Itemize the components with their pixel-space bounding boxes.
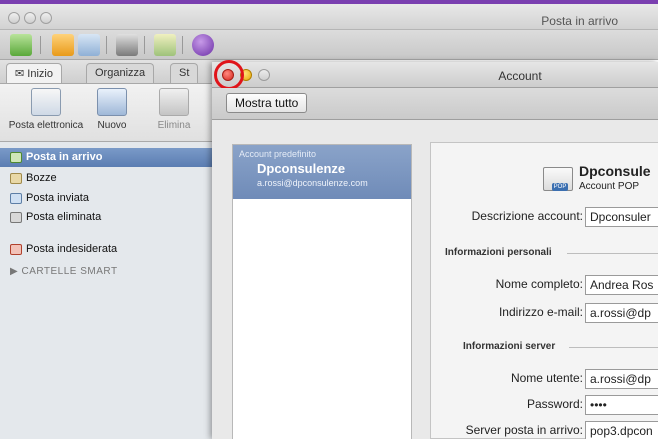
disclosure-triangle-icon: ▶	[10, 266, 22, 277]
pop-account-icon: POP	[543, 167, 573, 191]
smart-folders-label: CARTELLE SMART	[21, 266, 118, 277]
tab-inizio-label: Inizio	[27, 68, 53, 80]
account-list: Account predefinito Dpconsulenze a.rossi…	[232, 144, 412, 439]
main-zoom-button[interactable]	[40, 12, 52, 24]
tab-organizza[interactable]: Organizza	[86, 63, 155, 83]
pop-badge: POP	[552, 183, 568, 191]
tab-partial[interactable]: St	[170, 63, 199, 83]
main-window-title: Posta in arrivo	[541, 14, 618, 28]
deleted-icon	[10, 212, 22, 223]
email-field[interactable]: a.rossi@dp	[585, 303, 658, 323]
folder-junk[interactable]: Posta indesiderata	[0, 240, 212, 259]
main-window-titlebar: Posta in arrivo	[0, 4, 658, 30]
show-all-button[interactable]: Mostra tutto	[226, 93, 308, 113]
main-toolbar	[0, 30, 658, 60]
help-icon[interactable]	[192, 34, 214, 56]
delete-label: Elimina	[157, 120, 191, 131]
new-email-icon	[31, 88, 61, 116]
fullname-field[interactable]: Andrea Ros	[585, 275, 658, 295]
account-window: Account Mostra tutto Account predefinito…	[212, 60, 658, 439]
fullname-row: Nome completo: Andrea Ros	[431, 275, 658, 295]
delete-button[interactable]: Elimina	[150, 88, 198, 131]
new-item-label: Nuovo	[97, 120, 127, 131]
new-item-icon	[97, 88, 127, 116]
folder-deleted-label: Posta eliminata	[26, 211, 102, 223]
folder-deleted[interactable]: Posta eliminata	[0, 208, 212, 227]
ribbon-tabs: ✉ Inizio Organizza St	[0, 60, 230, 84]
account-window-titlebar: Account	[212, 60, 658, 90]
send-receive-icon[interactable]	[10, 34, 32, 56]
folder-drafts[interactable]: Bozze	[0, 169, 212, 188]
incoming-server-label: Server posta in arrivo:	[465, 423, 583, 437]
account-window-title: Account	[498, 69, 542, 83]
folder-sidebar: Posta in arrivo Bozze Posta inviata Post…	[0, 142, 212, 439]
password-row: Password: ••••	[431, 395, 658, 415]
ribbon: Posta elettronica Nuovo Elimina	[0, 84, 230, 142]
smart-folders-header[interactable]: ▶ CARTELLE SMART	[10, 266, 118, 277]
junk-icon	[10, 244, 22, 255]
incoming-server-field[interactable]: pop3.dpcon	[585, 421, 658, 439]
folder-sent-label: Posta inviata	[26, 192, 89, 204]
tab-organizza-label: Organizza	[95, 67, 146, 79]
folder-drafts-label: Bozze	[26, 172, 57, 184]
username-row: Nome utente: a.rossi@dp	[431, 369, 658, 389]
folder-sent[interactable]: Posta inviata	[0, 189, 212, 208]
redo-icon[interactable]	[78, 34, 100, 56]
mail-small-icon: ✉	[15, 68, 28, 80]
inbox-icon	[10, 152, 22, 163]
section-server-info: Informazioni server	[463, 341, 556, 352]
notes-icon[interactable]	[154, 34, 176, 56]
tab-partial-label: St	[179, 67, 190, 79]
folder-junk-label: Posta indesiderata	[26, 243, 118, 255]
section-personal-info: Informazioni personali	[445, 247, 552, 258]
account-type-label: Account POP	[579, 181, 640, 192]
print-icon[interactable]	[116, 34, 138, 56]
description-row: Descrizione account: Dpconsuler	[431, 207, 658, 227]
toolbar-separator	[40, 36, 41, 54]
account-detail-panel: POP Dpconsule Account POP Descrizione ac…	[430, 142, 658, 439]
sent-icon	[10, 193, 22, 204]
password-label: Password:	[526, 397, 583, 411]
trash-icon	[159, 88, 189, 116]
main-close-button[interactable]	[8, 12, 20, 24]
drafts-icon	[10, 173, 22, 184]
email-label: Indirizzo e-mail:	[498, 305, 583, 319]
incoming-server-row: Server posta in arrivo: pop3.dpcon	[431, 421, 658, 439]
account-email: a.rossi@dpconsulenze.com	[257, 178, 368, 188]
new-item-button[interactable]: Nuovo	[92, 88, 132, 131]
toolbar-separator	[182, 36, 183, 54]
folder-inbox-label: Posta in arrivo	[26, 151, 103, 163]
account-name: Dpconsulenze	[257, 161, 346, 176]
undo-icon[interactable]	[52, 34, 74, 56]
new-email-button[interactable]: Posta elettronica	[4, 88, 88, 131]
description-field[interactable]: Dpconsuler	[585, 207, 658, 227]
account-list-item[interactable]: Account predefinito Dpconsulenze a.rossi…	[233, 145, 411, 199]
new-email-label: Posta elettronica	[8, 120, 84, 131]
account-detail-title: Dpconsule	[579, 163, 651, 179]
username-label: Nome utente:	[510, 371, 583, 385]
divider	[567, 253, 658, 254]
email-row: Indirizzo e-mail: a.rossi@dp	[431, 303, 658, 323]
account-category: Account predefinito	[239, 149, 317, 159]
tab-inizio[interactable]: ✉ Inizio	[6, 63, 62, 83]
fullname-label: Nome completo:	[495, 277, 583, 291]
description-label: Descrizione account:	[471, 209, 583, 223]
password-field[interactable]: ••••	[585, 395, 658, 415]
account-window-toolbar: Mostra tutto	[212, 88, 658, 120]
main-minimize-button[interactable]	[24, 12, 36, 24]
toolbar-separator	[106, 36, 107, 54]
divider	[569, 347, 658, 348]
folder-inbox[interactable]: Posta in arrivo	[0, 148, 212, 167]
username-field[interactable]: a.rossi@dp	[585, 369, 658, 389]
toolbar-separator	[144, 36, 145, 54]
